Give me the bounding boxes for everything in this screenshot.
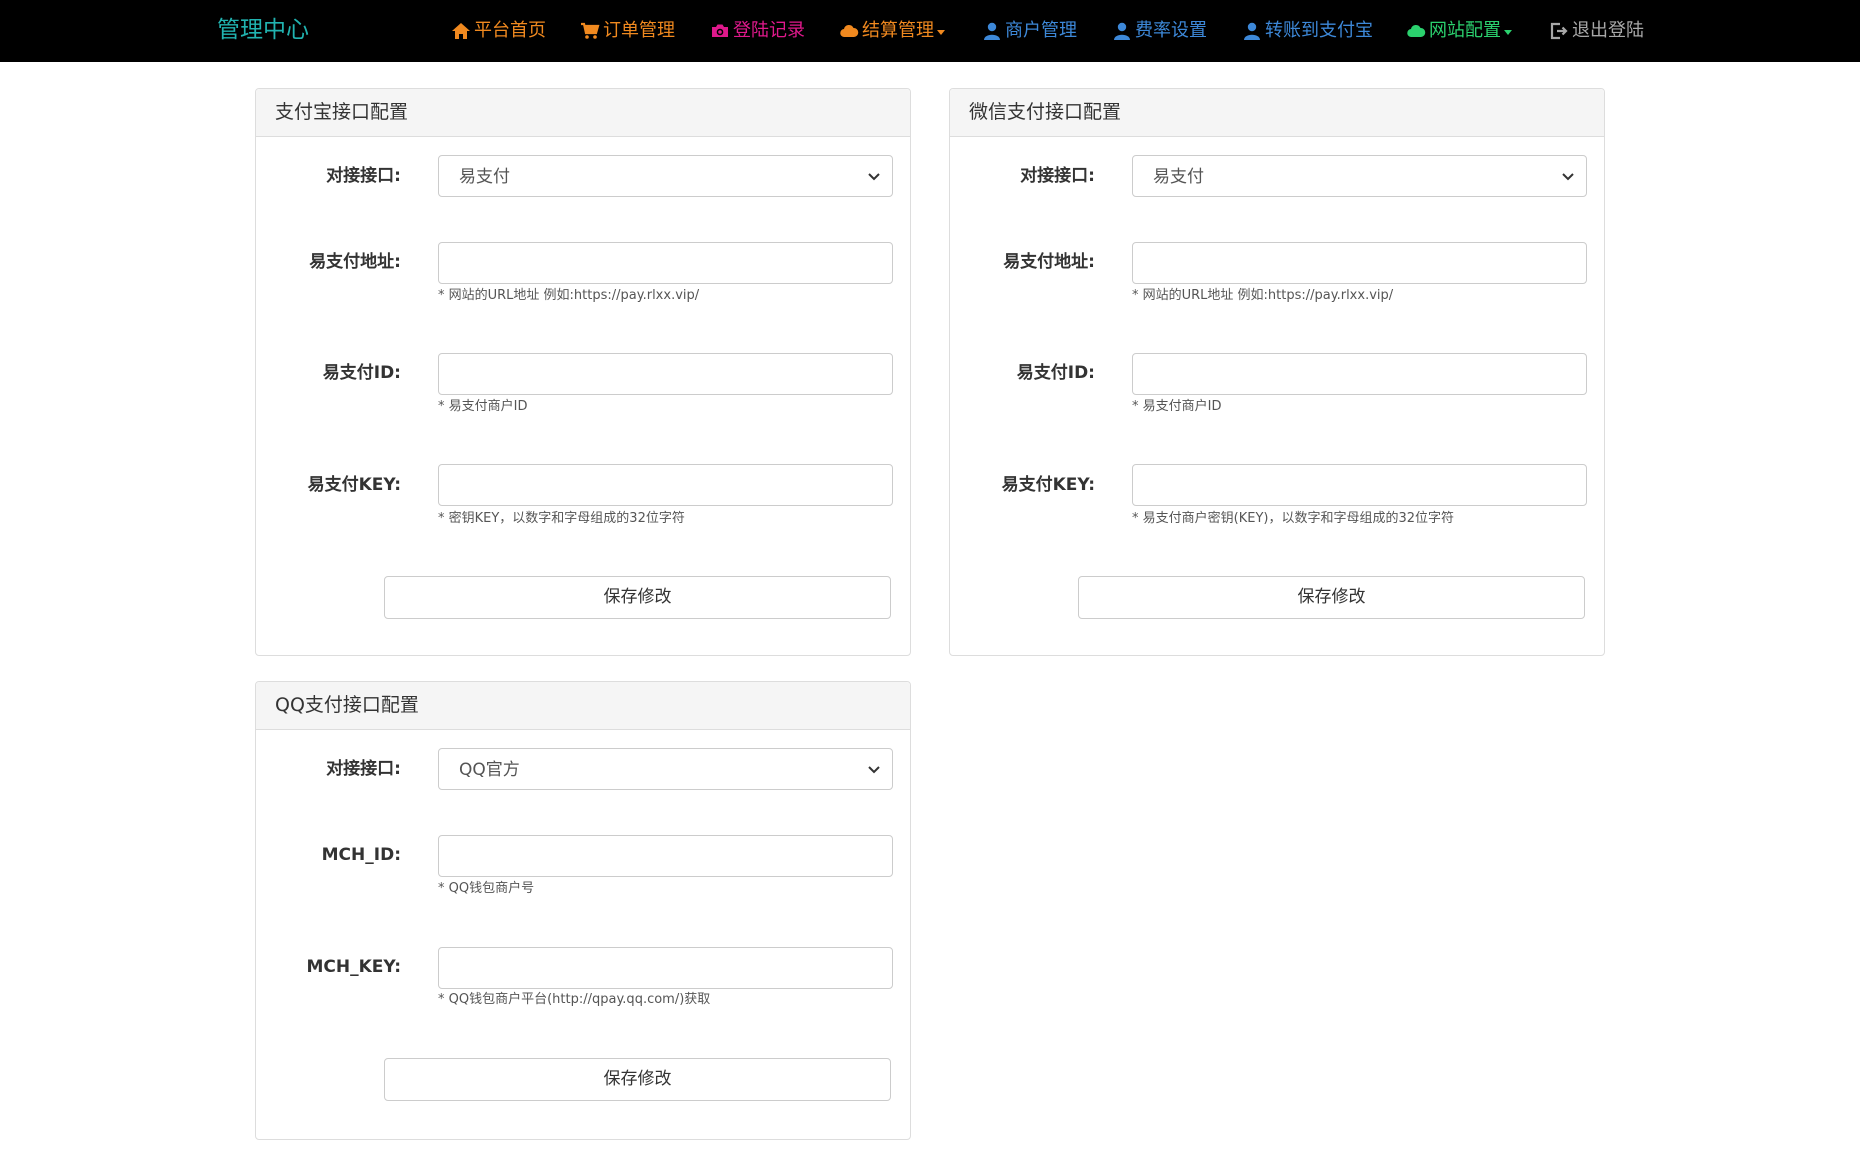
- brand-title[interactable]: 管理中心: [217, 14, 309, 46]
- id-help-text: * 易支付商户ID: [1132, 399, 1222, 414]
- url-label: 易支付地址:: [309, 252, 401, 272]
- nav-site-config-label: 网站配置: [1429, 20, 1501, 41]
- chevron-down-icon: [868, 173, 880, 181]
- alipay-config-panel: 支付宝接口配置 对接接口: 易支付 易支付地址: * 网站的URL地址 例如:h…: [255, 88, 911, 656]
- wechat-config-panel: 微信支付接口配置 对接接口: 易支付 易支付地址: * 网站的URL地址 例如:…: [949, 88, 1605, 656]
- caret-down-icon: [1504, 29, 1512, 35]
- wechat-interface-select[interactable]: 易支付: [1132, 155, 1587, 197]
- nav-logout[interactable]: 退出登陆: [1549, 17, 1644, 45]
- wechat-save-button[interactable]: 保存修改: [1078, 576, 1585, 619]
- nav-home[interactable]: 平台首页: [451, 17, 546, 45]
- mch-key-help-text: * QQ钱包商户平台(http://qpay.qq.com/)获取: [438, 992, 711, 1007]
- selected-value: 易支付: [459, 167, 510, 187]
- selected-value: QQ官方: [459, 760, 520, 780]
- panel-heading: 微信支付接口配置: [950, 89, 1604, 137]
- nav-rate-settings[interactable]: 费率设置: [1112, 17, 1207, 45]
- caret-down-icon: [937, 29, 945, 35]
- key-help-text: * 易支付商户密钥(KEY)，以数字和字母组成的32位字符: [1132, 511, 1454, 526]
- top-navbar: 管理中心 平台首页 订单管理 登陆记录 结算管理 商户管理 费率设置 转账到支付…: [0, 0, 1860, 62]
- nav-login-records[interactable]: 登陆记录: [710, 17, 805, 45]
- id-label: 易支付ID:: [322, 363, 401, 383]
- alipay-interface-select[interactable]: 易支付: [438, 155, 893, 197]
- cloud-icon: [839, 21, 859, 41]
- nav-merchants-label: 商户管理: [1005, 20, 1077, 41]
- qq-mch-id-input[interactable]: [438, 835, 893, 877]
- panel-title: 微信支付接口配置: [969, 101, 1122, 123]
- nav-rate-settings-label: 费率设置: [1135, 20, 1207, 41]
- interface-label: 对接接口:: [1020, 166, 1095, 186]
- nav-orders-label: 订单管理: [603, 20, 675, 41]
- alipay-id-input[interactable]: [438, 353, 893, 395]
- key-label: 易支付KEY:: [1001, 475, 1095, 495]
- nav-login-records-label: 登陆记录: [733, 20, 805, 41]
- nav-site-config[interactable]: 网站配置: [1406, 17, 1512, 45]
- alipay-url-input[interactable]: [438, 242, 893, 284]
- key-help-text: * 密钥KEY，以数字和字母组成的32位字符: [438, 511, 685, 526]
- nav-merchants[interactable]: 商户管理: [982, 17, 1077, 45]
- panel-heading: 支付宝接口配置: [256, 89, 910, 137]
- nav-home-label: 平台首页: [474, 20, 546, 41]
- qq-mch-key-input[interactable]: [438, 947, 893, 989]
- qq-save-button[interactable]: 保存修改: [384, 1058, 891, 1101]
- url-label: 易支付地址:: [1003, 252, 1095, 272]
- cloud-icon: [1406, 21, 1426, 41]
- wechat-key-input[interactable]: [1132, 464, 1587, 506]
- mch-id-label: MCH_ID:: [321, 845, 401, 865]
- qq-config-panel: QQ支付接口配置 对接接口: QQ官方 MCH_ID: * QQ钱包商户号 MC…: [255, 681, 911, 1140]
- url-help-text: * 网站的URL地址 例如:https://pay.rlxx.vip/: [1132, 288, 1394, 303]
- home-icon: [451, 21, 471, 41]
- nav-transfer-alipay[interactable]: 转账到支付宝: [1242, 17, 1373, 45]
- id-help-text: * 易支付商户ID: [438, 399, 528, 414]
- panel-title: QQ支付接口配置: [275, 694, 419, 716]
- interface-label: 对接接口:: [326, 166, 401, 186]
- alipay-save-button[interactable]: 保存修改: [384, 576, 891, 619]
- nav-orders[interactable]: 订单管理: [580, 17, 675, 45]
- cart-icon: [580, 21, 600, 41]
- logout-icon: [1549, 21, 1569, 41]
- mch-id-help-text: * QQ钱包商户号: [438, 881, 535, 896]
- nav-settlement-label: 结算管理: [862, 20, 934, 41]
- panel-heading: QQ支付接口配置: [256, 682, 910, 730]
- id-label: 易支付ID:: [1016, 363, 1095, 383]
- selected-value: 易支付: [1153, 167, 1204, 187]
- wechat-url-input[interactable]: [1132, 242, 1587, 284]
- interface-label: 对接接口:: [326, 759, 401, 779]
- user-icon: [982, 21, 1002, 41]
- wechat-id-input[interactable]: [1132, 353, 1587, 395]
- key-label: 易支付KEY:: [307, 475, 401, 495]
- camera-icon: [710, 21, 730, 41]
- chevron-down-icon: [868, 766, 880, 774]
- url-help-text: * 网站的URL地址 例如:https://pay.rlxx.vip/: [438, 288, 700, 303]
- qq-interface-select[interactable]: QQ官方: [438, 748, 893, 790]
- nav-settlement[interactable]: 结算管理: [839, 17, 945, 45]
- mch-key-label: MCH_KEY:: [306, 957, 401, 977]
- user-icon: [1112, 21, 1132, 41]
- chevron-down-icon: [1562, 173, 1574, 181]
- panel-title: 支付宝接口配置: [275, 101, 409, 123]
- nav-logout-label: 退出登陆: [1572, 20, 1644, 41]
- nav-transfer-alipay-label: 转账到支付宝: [1265, 20, 1373, 41]
- user-icon: [1242, 21, 1262, 41]
- alipay-key-input[interactable]: [438, 464, 893, 506]
